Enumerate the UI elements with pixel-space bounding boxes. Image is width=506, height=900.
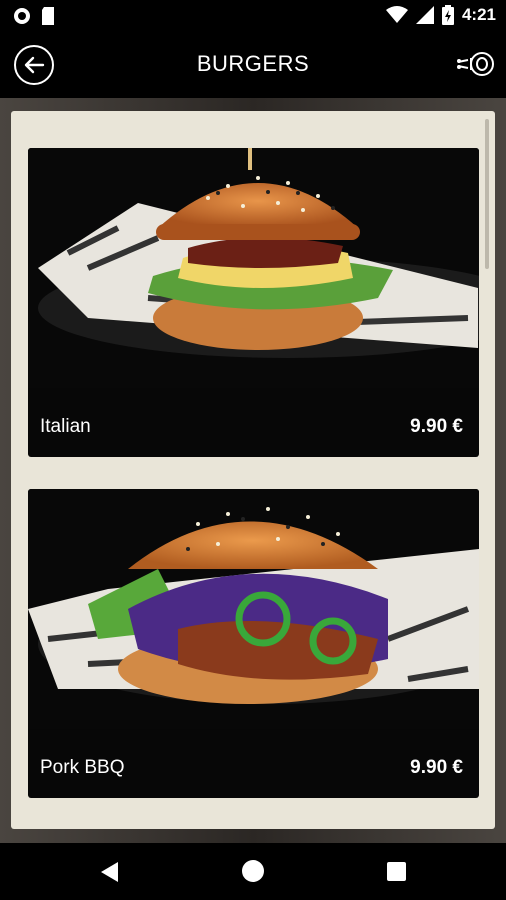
- meat-icon: [457, 52, 494, 76]
- menu-item-price: 9.90 €: [410, 416, 463, 437]
- notification-circle-icon: [14, 8, 30, 24]
- recent-square-icon[interactable]: [387, 862, 406, 881]
- back-triangle-icon[interactable]: [100, 861, 120, 883]
- italian-burger-photo: [28, 148, 479, 388]
- home-circle-icon[interactable]: [242, 860, 264, 882]
- meat-button[interactable]: [456, 48, 496, 80]
- signal-icon: [415, 6, 434, 24]
- status-time: 4:21: [461, 5, 496, 24]
- navigation-bar: [0, 843, 506, 900]
- menu-item-name: Pork BBQ: [40, 757, 125, 778]
- page-title: BURGERS: [196, 51, 310, 76]
- scrollbar[interactable]: [485, 119, 489, 269]
- menu-item-pork-bbq[interactable]: Pork BBQ 9.90 €: [28, 489, 479, 798]
- menu-item-price: 9.90 €: [410, 757, 463, 778]
- status-bar: 4:21: [0, 0, 506, 32]
- pork-bbq-burger-photo: [28, 489, 479, 729]
- menu-item-name: Italian: [40, 416, 91, 437]
- app-bar: BURGERS: [0, 32, 506, 98]
- sd-card-icon: [42, 7, 54, 25]
- battery-icon: [441, 5, 454, 25]
- wifi-icon: [385, 6, 408, 23]
- menu-item-italian[interactable]: Italian 9.90 €: [28, 148, 479, 457]
- menu-list[interactable]: Italian 9.90 € Pork BBQ 9.90 €: [11, 111, 495, 829]
